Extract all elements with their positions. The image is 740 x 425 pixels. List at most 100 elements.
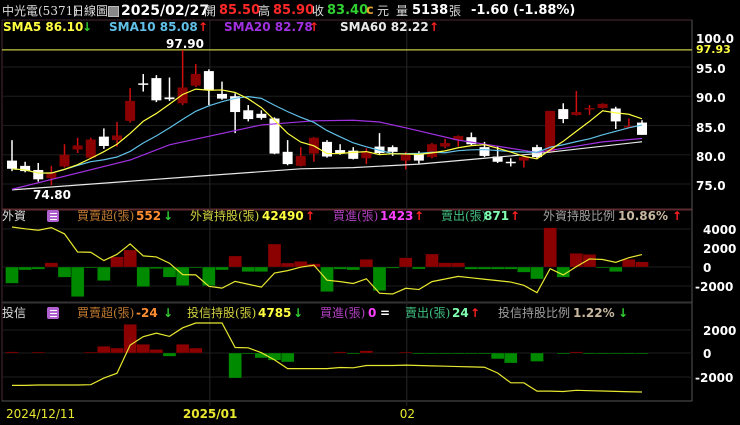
trust-panel bbox=[5, 322, 649, 393]
net-sell-bar bbox=[635, 352, 649, 355]
net-buy-bar bbox=[149, 349, 164, 354]
candle-body bbox=[518, 157, 529, 161]
arrow-up-icon: ↑ bbox=[198, 20, 209, 34]
arrow-up-icon: ↑ bbox=[429, 20, 440, 34]
net-buy-bar bbox=[31, 351, 45, 354]
y-tick-label: 2000 bbox=[703, 324, 736, 338]
arrow-up-icon: ↑ bbox=[305, 209, 316, 223]
max-price-marker: 97.90 bbox=[166, 37, 204, 51]
net-sell-bar bbox=[31, 266, 45, 270]
y-tick-label: 4000 bbox=[703, 223, 736, 237]
arrow-down-icon: ↓ bbox=[82, 20, 93, 34]
y-tick-label: -2000 bbox=[695, 371, 733, 385]
high-value: 85.90 bbox=[273, 3, 315, 18]
net-sell-bar bbox=[464, 352, 479, 355]
trust-buy-label: 買進(張) bbox=[320, 306, 366, 320]
net-buy-bar bbox=[543, 227, 557, 268]
net-sell-bar bbox=[84, 266, 98, 269]
net-sell-bar bbox=[162, 352, 177, 357]
net-sell-bar bbox=[372, 266, 387, 291]
candle-body bbox=[610, 108, 621, 122]
net-sell-bar bbox=[595, 352, 610, 355]
axis-labels: 2024/12/11 2025/01 02100.095.090.085.080.0… bbox=[6, 32, 736, 421]
foreign-net-value: 552 bbox=[136, 209, 162, 223]
holdings-line bbox=[12, 322, 643, 393]
foreign-sell-value: 871 bbox=[484, 209, 510, 223]
net-buy-bar bbox=[569, 351, 584, 354]
candle-body bbox=[597, 103, 608, 108]
trust-hold-value: 4785 bbox=[258, 306, 292, 320]
net-sell-bar bbox=[70, 266, 85, 297]
net-sell-bar bbox=[254, 266, 269, 272]
net-buy-bar bbox=[399, 257, 413, 268]
c-mark: c bbox=[366, 3, 374, 18]
candle-body bbox=[203, 71, 214, 91]
candle-body bbox=[295, 155, 306, 166]
net-sell-bar bbox=[346, 352, 360, 355]
net-sell-bar bbox=[425, 352, 439, 355]
equal-icon: = bbox=[380, 306, 391, 320]
net-buy-bar bbox=[84, 351, 98, 354]
trust-sell-label: 賣出(張) bbox=[405, 306, 451, 320]
x-tick-label: 02 bbox=[400, 407, 415, 421]
net-sell-bar bbox=[189, 266, 203, 269]
candle-body bbox=[217, 93, 227, 99]
candle-body bbox=[72, 145, 83, 150]
sma60-label: SMA60 82.22 bbox=[340, 20, 429, 34]
net-buy-bar bbox=[189, 347, 203, 354]
trust-title: 投信 bbox=[2, 306, 27, 320]
net-sell-bar bbox=[504, 266, 518, 270]
arrow-up-icon: ↑ bbox=[309, 20, 320, 34]
trust-net-label: 買賣超(張) bbox=[77, 306, 135, 320]
net-sell-bar bbox=[57, 266, 72, 278]
net-sell-bar bbox=[228, 352, 242, 379]
foreign-buy-label: 買進(張) bbox=[333, 209, 379, 223]
net-buy-bar bbox=[451, 262, 465, 268]
trust-ratio-label: 投信持股比例 bbox=[498, 306, 571, 320]
foreign-sell-label: 賣出(張) bbox=[441, 209, 487, 223]
arrow-up-icon: ↑ bbox=[510, 209, 521, 223]
net-sell-bar bbox=[622, 352, 636, 355]
y-tick-label: 75.0 bbox=[696, 179, 726, 193]
candle-body bbox=[190, 74, 201, 86]
candle-body bbox=[545, 110, 556, 152]
open-value: 85.50 bbox=[219, 3, 261, 18]
trust-buy-value: 0 bbox=[368, 306, 377, 320]
net-sell-bar bbox=[412, 266, 426, 270]
net-buy-bar bbox=[359, 350, 374, 354]
close-value: 83.40 bbox=[327, 3, 369, 18]
net-sell-bar bbox=[412, 352, 426, 355]
price-panel: 97.90 74.80 bbox=[2, 37, 692, 202]
checkbox-icon[interactable] bbox=[108, 6, 119, 17]
list-menu-icon[interactable] bbox=[47, 307, 59, 319]
chart-kind[interactable]: 日線圖 bbox=[72, 3, 108, 19]
net-buy-bar bbox=[5, 351, 19, 354]
y-tick-label: 85.0 bbox=[696, 121, 726, 135]
arrow-up-icon: ↑ bbox=[470, 306, 481, 320]
candle-body bbox=[558, 109, 569, 120]
foreign-ratio-label: 外資持股比例 bbox=[543, 209, 616, 223]
foreign-title: 外資 bbox=[2, 209, 27, 223]
sma5-label: SMA5 86.10 bbox=[3, 20, 84, 34]
net-sell-bar bbox=[609, 266, 623, 272]
y-tick-label: -2000 bbox=[695, 280, 733, 294]
list-menu-icon[interactable] bbox=[47, 210, 59, 222]
trust-sell-value: 24 bbox=[452, 306, 469, 320]
net-sell-bar bbox=[530, 266, 544, 280]
foreign-hold-value: 42490 bbox=[262, 209, 304, 223]
net-sell-bar bbox=[451, 352, 465, 355]
net-buy-bar bbox=[622, 259, 636, 268]
net-sell-bar bbox=[215, 266, 229, 271]
net-buy-bar bbox=[359, 259, 374, 268]
foreign-buy-value: 1423 bbox=[380, 209, 414, 223]
candle-body bbox=[440, 143, 451, 147]
open-label: 開 bbox=[204, 4, 217, 18]
candle-body bbox=[400, 154, 411, 161]
candle-body bbox=[164, 97, 175, 100]
candle-body bbox=[112, 135, 122, 141]
net-buy-bar bbox=[267, 243, 282, 268]
candle-body bbox=[59, 154, 70, 167]
y-tick-label: 80.0 bbox=[696, 150, 726, 164]
y-tick-label: 95.0 bbox=[696, 62, 726, 76]
net-sell-bar bbox=[517, 266, 531, 273]
